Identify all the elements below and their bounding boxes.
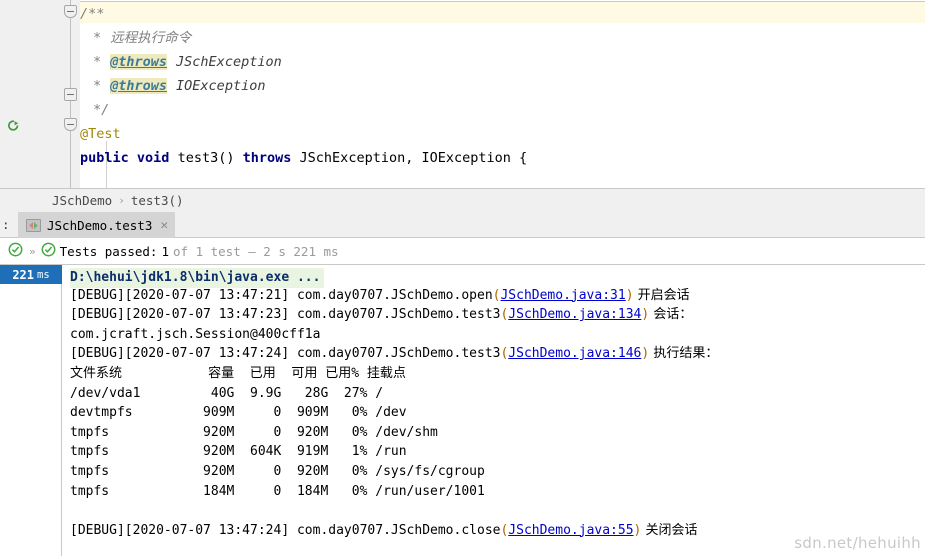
exception-rest: , IOException { [405,150,528,166]
green-check-icon [41,242,56,260]
run-tab-jschdemo-test3[interactable]: JSchDemo.test3 ✕ [18,212,176,238]
javadoc-star: * [93,78,102,94]
paren-close: ) [625,287,634,303]
run-tool-window: : JSchDemo.test3 ✕ » Tests passed: 1 of … [0,212,925,556]
test-duration-unit: ms [37,268,50,281]
exception-jsch: JSchException [299,150,406,166]
editor-gutter[interactable] [0,0,62,188]
breadcrumb[interactable]: JSchDemo › test3() [0,188,925,212]
test-duration-value: 221 [12,267,35,282]
log-text: [DEBUG][2020-07-07 13:47:24] com.day0707… [70,522,501,538]
javadoc-throws-type: IOException [176,78,266,94]
paren-close: ) [641,307,650,323]
breadcrumb-item-method[interactable]: test3() [131,193,184,208]
breadcrumb-item-class[interactable]: JSchDemo [52,193,112,208]
test-config-icon [26,218,41,232]
chevron-right-icon: › [118,194,125,207]
console-output[interactable]: D:\hehui\jdk1.8\bin\java.exe ... [DEBUG]… [63,265,925,556]
method-name: test3() [177,150,235,166]
green-check-icon [8,242,23,260]
code-line-doc-throws-1: * @throws JSchException [80,50,925,74]
run-tab-bar: : JSchDemo.test3 ✕ [0,212,925,238]
console-line-df-row: devtmpfs 909M 0 909M 0% /dev [70,405,407,421]
test-tree-selected-row[interactable]: 221 ms [0,265,62,284]
console-line: [DEBUG][2020-07-07 13:47:24] com.day0707… [63,344,925,364]
fold-handle-javadoc[interactable] [64,5,77,18]
fold-handle-javadoc-end[interactable] [64,88,77,101]
ide-window: /** * 远程执行命令 * @throws JSchException * @thro… [0,0,925,556]
console-line: com.jcraft.jsch.Session@400cff1a [70,326,321,342]
javadoc-description: 远程执行命令 [110,30,192,46]
paren-close: ) [641,346,650,362]
javadoc-close: */ [93,102,110,118]
console-line-df-row: tmpfs 920M 0 920M 0% /dev/shm [70,424,438,440]
code-line-doc-desc: * 远程执行命令 [80,26,925,50]
fold-handle-method[interactable] [64,118,77,131]
run-test-gutter-icon[interactable] [6,118,22,134]
javadoc-star: * [93,54,102,70]
console-line: [DEBUG][2020-07-07 13:47:21] com.day0707… [63,286,925,306]
log-text: [DEBUG][2020-07-07 13:47:24] com.day0707… [70,346,501,362]
console-line-df-row: /dev/vda1 40G 9.9G 28G 27% / [70,385,384,401]
console-line-df-row: tmpfs 920M 604K 919M 1% /run [70,444,407,460]
fold-gutter[interactable] [62,0,80,188]
javadoc-throws-tag: @throws [110,54,168,70]
code-line-signature: public void test3() throws JSchException… [80,146,925,170]
code-line-doc-close: */ [80,98,925,122]
editor-text-area[interactable]: /** * 远程执行命令 * @throws JSchException * @thro… [80,0,925,188]
tests-passed-detail: of 1 test – 2 s 221 ms [173,243,339,259]
test-results-tree[interactable]: 221 ms [0,265,62,556]
console-line-df-row: tmpfs 920M 0 920M 0% /sys/fs/cgroup [70,463,485,479]
keyword-throws: throws [242,150,292,166]
javadoc-throws-tag: @throws [110,78,168,94]
keyword-public: public [80,150,129,166]
tests-passed-count: 1 [161,243,169,259]
log-suffix: 会话： [649,307,693,323]
console-command-line: D:\hehui\jdk1.8\bin\java.exe ... [63,266,925,288]
stacktrace-link[interactable]: JSchDemo.java:146 [508,346,641,361]
run-tab-label: JSchDemo.test3 [47,217,153,233]
javadoc-throws-type: JSchException [176,54,282,70]
code-editor[interactable]: /** * 远程执行命令 * @throws JSchException * @thro… [0,0,925,188]
console-line-df-header: 文件系统 容量 已用 可用 已用% 挂载点 [70,365,406,381]
close-icon[interactable]: ✕ [160,218,168,233]
log-text: [DEBUG][2020-07-07 13:47:23] com.day0707… [70,307,501,323]
log-suffix: 开启会话 [633,287,690,303]
log-suffix: 关闭会话 [641,522,698,538]
code-line-doc-open: /** [80,2,925,26]
tool-window-label: : [2,217,10,232]
log-text: [DEBUG][2020-07-07 13:47:21] com.day0707… [70,287,493,303]
console-line-df-row: tmpfs 184M 0 184M 0% /run/user/1001 [70,483,485,499]
test-annotation: @Test [80,126,121,142]
java-command: D:\hehui\jdk1.8\bin\java.exe ... [70,268,325,288]
console-line: [DEBUG][2020-07-07 13:47:23] com.day0707… [63,305,925,325]
log-suffix: 执行结果： [649,346,719,362]
javadoc-star: * [93,30,102,46]
stacktrace-link[interactable]: JSchDemo.java:31 [500,288,625,303]
stacktrace-link[interactable]: JSchDemo.java:55 [508,523,633,538]
double-chevron-icon[interactable]: » [29,245,36,258]
console-line: [DEBUG][2020-07-07 13:47:24] com.day0707… [63,521,925,541]
code-line-annotation: @Test [80,122,925,146]
tests-passed-label: Tests passed: [59,243,158,259]
javadoc-open: /** [80,6,105,22]
keyword-void: void [136,150,170,166]
test-status-bar: » Tests passed: 1 of 1 test – 2 s 221 ms [0,238,925,265]
code-line-doc-throws-2: * @throws IOException [80,74,925,98]
stacktrace-link[interactable]: JSchDemo.java:134 [508,307,641,322]
